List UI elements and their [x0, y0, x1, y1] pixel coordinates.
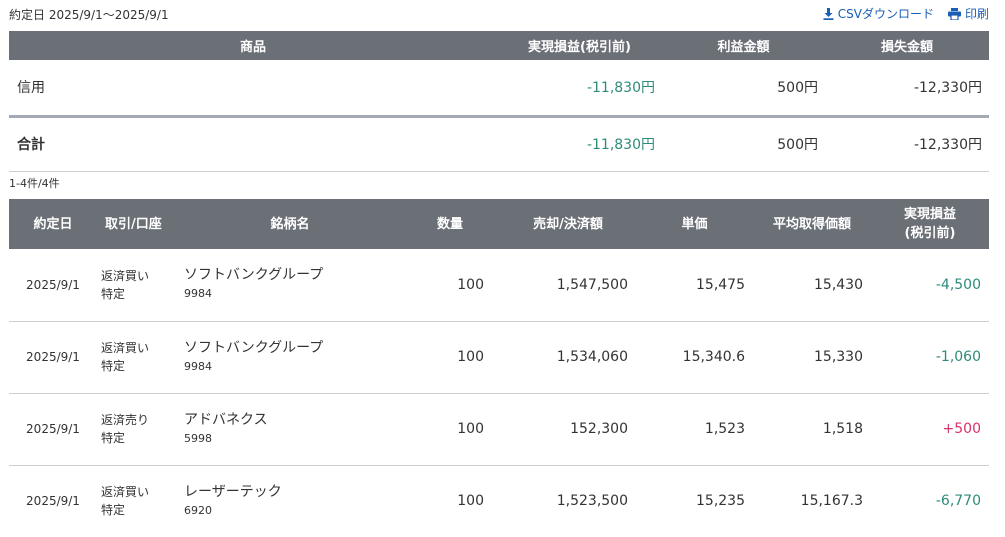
row-average-cost: 15,330: [753, 321, 871, 394]
row-date: 2025/9/1: [9, 249, 97, 322]
col-trade-date: 約定日: [9, 199, 97, 249]
row-stock-code: 5998: [184, 431, 212, 445]
row-unit-price: 15,235: [696, 493, 745, 510]
col-trade-account: 取引/口座: [97, 199, 180, 249]
summary-row-total: 合計 -11,830円 500円 -12,330円: [9, 116, 989, 172]
row-settlement-amount: 152,300: [500, 393, 636, 466]
row-quantity: 100: [400, 249, 500, 322]
csv-download-link[interactable]: CSVダウンロード: [823, 5, 934, 22]
col-settlement-amount: 売却/決済額: [500, 199, 636, 249]
table-row: 2025/9/1 返済買い 特定 レーザーテック 6920 100 1,523,…: [9, 465, 989, 537]
row-average-cost: 15,430: [753, 249, 871, 322]
row-stock: アドバネクス 5998: [180, 393, 400, 466]
row-realized-pl: -4,500: [871, 249, 989, 322]
detail-table: 約定日 取引/口座 銘柄名 数量 売却/決済額 単価 平均取得価額 実現損益 (…: [9, 199, 989, 537]
col-realized-pl-line1: 実現損益: [903, 207, 956, 222]
row-trade: 返済買い 特定: [97, 249, 180, 322]
result-count: 1-4件/4件: [9, 177, 60, 190]
row-quantity: 100: [400, 321, 500, 394]
row-trade: 返済買い 特定: [97, 321, 180, 394]
row-date: 2025/9/1: [9, 321, 97, 394]
period-label: 約定日 2025/9/1〜2025/9/1: [9, 8, 169, 22]
summary-col-loss: 損失金額: [825, 31, 989, 60]
summary-product-name: 信用: [9, 60, 497, 118]
row-stock: レーザーテック 6920: [180, 465, 400, 537]
toolbar: CSVダウンロード 印刷: [823, 5, 989, 22]
summary-realized-value: -11,830円: [497, 60, 662, 118]
download-icon: [823, 7, 834, 20]
col-realized-pl: 実現損益 (税引前): [871, 199, 989, 249]
summary-header-row: 商品 実現損益(税引前) 利益金額 損失金額: [9, 31, 989, 60]
row-trade-type: 返済買い: [101, 485, 150, 500]
detail-header-row: 約定日 取引/口座 銘柄名 数量 売却/決済額 単価 平均取得価額 実現損益 (…: [9, 199, 989, 249]
row-date: 2025/9/1: [26, 494, 80, 509]
row-unit-price: 15,340.6: [636, 321, 753, 394]
summary-total-profit: 500円: [662, 116, 825, 172]
row-account-type: 特定: [101, 431, 126, 445]
row-settlement-amount: 1,547,500: [500, 249, 636, 322]
col-stock-name: 銘柄名: [180, 199, 400, 249]
row-date: 2025/9/1: [9, 393, 97, 466]
csv-download-label: CSVダウンロード: [837, 7, 934, 21]
summary-total-label: 合計: [9, 116, 497, 172]
row-stock: ソフトバンクグループ 9984: [180, 249, 400, 322]
col-quantity: 数量: [400, 199, 500, 249]
row-stock-name: レーザーテック: [184, 483, 282, 500]
row-stock-code: 9984: [184, 287, 212, 301]
col-average-cost: 平均取得価額: [753, 199, 871, 249]
row-account-type: 特定: [101, 286, 126, 301]
row-trade: 返済売り 特定: [97, 393, 180, 466]
print-link[interactable]: 印刷: [947, 5, 989, 22]
summary-row-credit: 信用 -11,830円 500円 -12,330円: [9, 60, 989, 118]
row-trade: 返済買い 特定: [97, 465, 180, 537]
table-row: 2025/9/1 返済売り 特定 アドバネクス 5998 100 152,300…: [9, 393, 989, 466]
summary-profit-value: 500円: [662, 60, 825, 118]
row-trade-type: 返済買い: [101, 268, 150, 283]
table-row: 2025/9/1 返済買い 特定 ソフトバンクグループ 9984 100 1,5…: [9, 249, 989, 322]
summary-total-loss: -12,330円: [825, 116, 989, 172]
summary-table: 商品 実現損益(税引前) 利益金額 損失金額 信用 -11,830円 500円 …: [9, 31, 989, 172]
row-unit-price: 15,475: [636, 249, 753, 322]
summary-col-profit: 利益金額: [662, 31, 825, 60]
row-account-type: 特定: [101, 503, 126, 518]
col-realized-pl-line2: (税引前): [904, 226, 956, 241]
row-stock-name: アドバネクス: [184, 411, 268, 428]
summary-col-product: 商品: [9, 31, 497, 60]
row-quantity: 100: [400, 393, 500, 466]
row-settlement-amount: 1,523,500: [556, 493, 628, 510]
summary-col-realized: 実現損益(税引前): [497, 31, 662, 60]
row-average-cost: 1,518: [753, 393, 871, 466]
summary-total-realized: -11,830円: [497, 116, 662, 172]
row-stock-name: ソフトバンクグループ: [184, 267, 324, 284]
row-stock-name: ソフトバンクグループ: [184, 339, 324, 356]
row-realized-pl: -6,770: [935, 493, 981, 510]
row-stock: ソフトバンクグループ 9984: [180, 321, 400, 394]
table-row: 2025/9/1 返済買い 特定 ソフトバンクグループ 9984 100 1,5…: [9, 321, 989, 394]
row-account-type: 特定: [101, 359, 126, 373]
col-unit-price: 単価: [636, 199, 753, 249]
row-average-cost: 15,167.3: [800, 493, 863, 510]
row-stock-code: 6920: [184, 503, 212, 517]
row-realized-pl: +500: [871, 393, 989, 466]
print-label: 印刷: [964, 7, 989, 21]
row-trade-type: 返済売り: [101, 413, 150, 427]
row-settlement-amount: 1,534,060: [500, 321, 636, 394]
summary-loss-value: -12,330円: [825, 60, 989, 118]
row-stock-code: 9984: [184, 359, 212, 373]
row-quantity: 100: [457, 493, 484, 510]
row-unit-price: 1,523: [636, 393, 753, 466]
top-bar: 約定日 2025/9/1〜2025/9/1 CSVダウンロード 印刷: [0, 0, 1005, 28]
row-realized-pl: -1,060: [871, 321, 989, 394]
printer-icon: [947, 7, 961, 20]
row-trade-type: 返済買い: [101, 341, 150, 355]
